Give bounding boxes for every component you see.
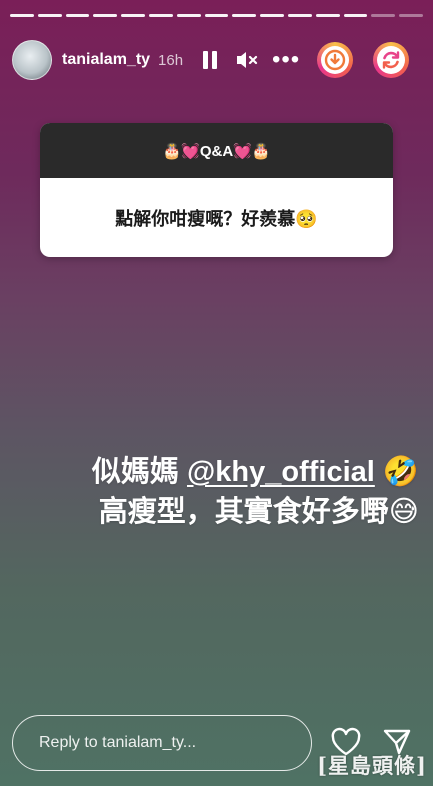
refresh-icon: [382, 51, 400, 69]
progress-segment-current: [343, 14, 368, 17]
pause-icon: [212, 51, 218, 69]
reply-bar[interactable]: [12, 715, 312, 771]
mute-icon: [237, 52, 258, 68]
progress-segment-remaining: [371, 14, 396, 17]
progress-segment: [315, 14, 340, 17]
story-header: tanialam_ty 16h •••: [12, 38, 423, 82]
story-progress-bar: [10, 14, 423, 17]
progress-segment: [37, 14, 62, 17]
caption-emoji: 🤣: [374, 456, 419, 488]
progress-segment: [176, 14, 201, 17]
progress-segment: [260, 14, 284, 17]
watermark-logo: [星島頭條]: [317, 753, 427, 778]
progress-segment: [121, 14, 145, 17]
pause-button[interactable]: [201, 50, 219, 70]
qa-title: 🎂💓Q&A💓🎂: [40, 123, 393, 178]
sticker-refresh-button[interactable]: [373, 42, 410, 78]
reply-input[interactable]: [39, 734, 299, 752]
progress-segment: [65, 14, 90, 17]
caption-text: 似媽媽: [91, 456, 187, 488]
username[interactable]: tanialam_ty: [62, 51, 150, 69]
mute-button[interactable]: [235, 49, 259, 71]
mention-link[interactable]: @khy_official: [187, 456, 375, 488]
download-icon: [324, 49, 346, 71]
progress-segment: [287, 14, 312, 17]
caption-line-2: 高瘦型，其實食好多嘢😅: [98, 496, 419, 528]
pause-icon: [203, 51, 209, 69]
post-time: 16h: [158, 51, 184, 69]
progress-segment: [232, 14, 257, 17]
more-icon: •••: [271, 46, 301, 73]
qa-question: 點解你咁瘦嘅？好羨慕🥺: [115, 208, 318, 229]
sticker-download-button[interactable]: [317, 42, 354, 78]
progress-segment-remaining: [399, 14, 423, 17]
story-caption: 似媽媽 @khy_official 🤣 高瘦型，其實食好多嘢😅: [40, 452, 419, 532]
qa-sticker[interactable]: 🎂💓Q&A💓🎂 點解你咁瘦嘅？好羨慕🥺: [40, 123, 393, 257]
more-options-button[interactable]: •••: [271, 46, 301, 73]
progress-segment: [148, 14, 173, 17]
avatar[interactable]: [12, 40, 52, 80]
progress-segment: [93, 14, 118, 17]
caption-line-1: 似媽媽 @khy_official 🤣: [40, 452, 419, 492]
progress-segment: [204, 14, 229, 17]
progress-segment: [10, 14, 34, 17]
